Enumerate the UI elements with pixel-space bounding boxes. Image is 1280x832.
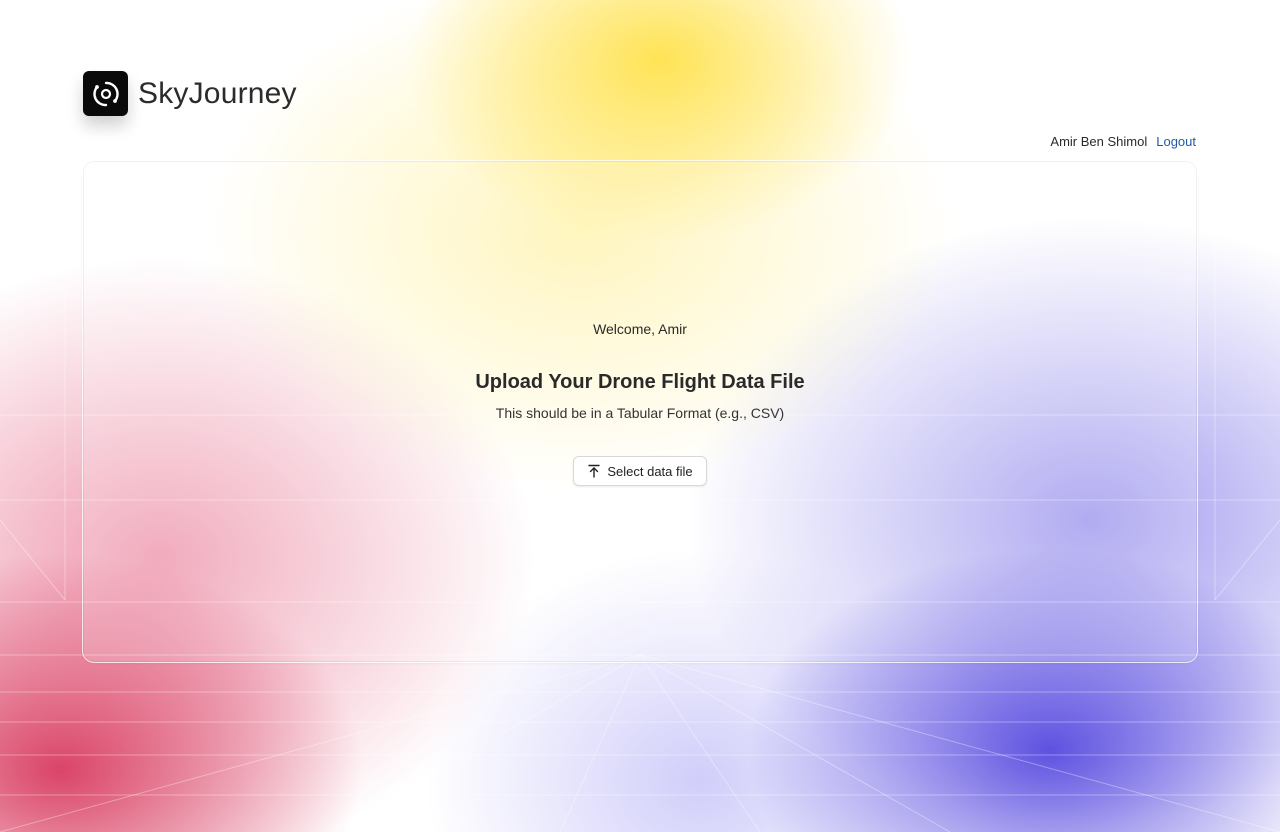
- select-data-file-label: Select data file: [607, 463, 693, 479]
- welcome-message: Welcome, Amir: [593, 321, 687, 337]
- orbit-icon[interactable]: [83, 71, 128, 116]
- upload-icon: [587, 464, 601, 478]
- page: SkyJourney Amir Ben Shimol Logout Welcom…: [0, 0, 1280, 832]
- upload-card: Welcome, Amir Upload Your Drone Flight D…: [82, 160, 1198, 663]
- logout-link[interactable]: Logout: [1156, 134, 1196, 149]
- app-header: SkyJourney: [83, 71, 297, 116]
- upload-subtitle: This should be in a Tabular Format (e.g.…: [495, 405, 785, 421]
- user-name: Amir Ben Shimol: [1050, 134, 1148, 149]
- user-bar: Amir Ben Shimol Logout: [1050, 134, 1196, 149]
- select-data-file-button[interactable]: Select data file: [573, 456, 707, 486]
- upload-title: Upload Your Drone Flight Data File: [475, 371, 805, 393]
- brand-name: SkyJourney: [138, 76, 297, 110]
